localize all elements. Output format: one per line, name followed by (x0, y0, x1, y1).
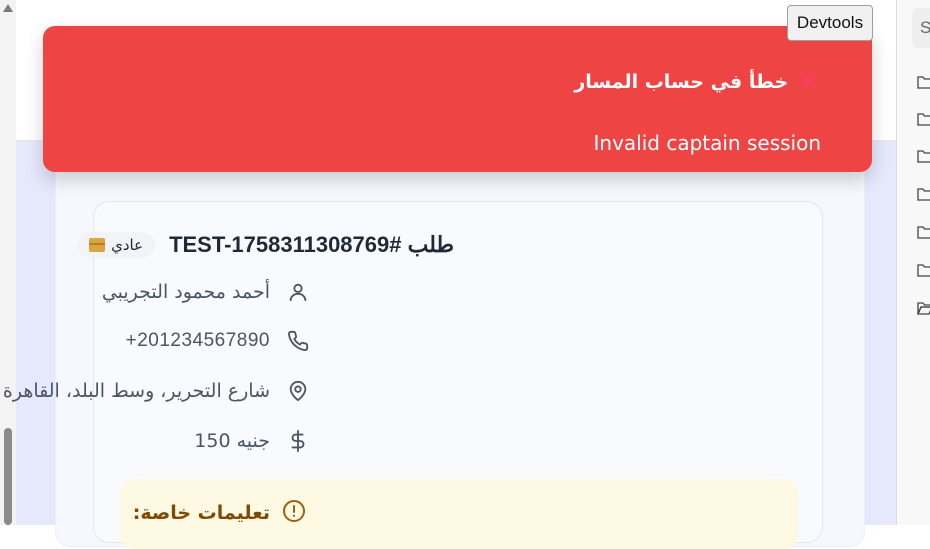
folder-icon[interactable] (917, 74, 930, 90)
alert-circle-icon (282, 499, 306, 527)
phone-icon (286, 329, 310, 353)
special-instructions-header: تعليمات خاصة: (133, 499, 306, 527)
order-amount: جنيه 150 (194, 430, 270, 452)
order-header: طلب #TEST-1758311308769 عادي (77, 232, 454, 258)
right-file-panel: S (896, 0, 930, 525)
customer-phone: +201234567890 (125, 330, 270, 351)
search-input[interactable]: S (912, 8, 930, 48)
special-instructions-title: تعليمات خاصة: (132, 502, 270, 524)
folder-icon[interactable] (917, 111, 930, 127)
customer-row: أحمد محمود التجريبي (102, 280, 310, 304)
folder-icon[interactable] (917, 186, 930, 202)
devtools-tooltip: Devtools (787, 5, 873, 41)
folder-open-icon[interactable] (917, 300, 930, 316)
order-type-label: عادي (111, 236, 144, 254)
toast-title: خطأ في حساب المسار (574, 71, 789, 93)
scroll-up-arrow[interactable] (3, 4, 13, 12)
toast-message: Invalid captain session (593, 131, 822, 155)
toast-header: ✕ خطأ في حساب المسار (574, 69, 820, 95)
x-icon[interactable]: ✕ (798, 69, 820, 95)
customer-address: شارع التحرير، وسط البلد، القاهرة (2, 380, 270, 402)
order-type-badge: عادي (77, 232, 156, 258)
order-title: طلب #TEST-1758311308769 (169, 232, 454, 257)
customer-name: أحمد محمود التجريبي (101, 281, 270, 303)
phone-row: +201234567890 (126, 329, 310, 353)
folder-icon[interactable] (917, 224, 930, 240)
address-row: شارع التحرير، وسط البلد، القاهرة (3, 379, 310, 403)
dollar-icon (286, 429, 310, 453)
user-icon (286, 280, 310, 304)
error-toast[interactable]: ✕ خطأ في حساب المسار Invalid captain ses… (43, 26, 872, 172)
order-card[interactable]: طلب #TEST-1758311308769 عادي أحمد محمود … (3, 201, 823, 549)
left-scrollbar[interactable] (0, 0, 16, 525)
folder-icon[interactable] (917, 262, 930, 278)
map-pin-icon (286, 379, 310, 403)
package-icon (89, 238, 106, 252)
scrollbar-thumb[interactable] (4, 428, 12, 525)
amount-row: جنيه 150 (194, 429, 310, 453)
folder-icon[interactable] (917, 148, 930, 164)
special-instructions-box: تعليمات خاصة: (120, 479, 798, 549)
